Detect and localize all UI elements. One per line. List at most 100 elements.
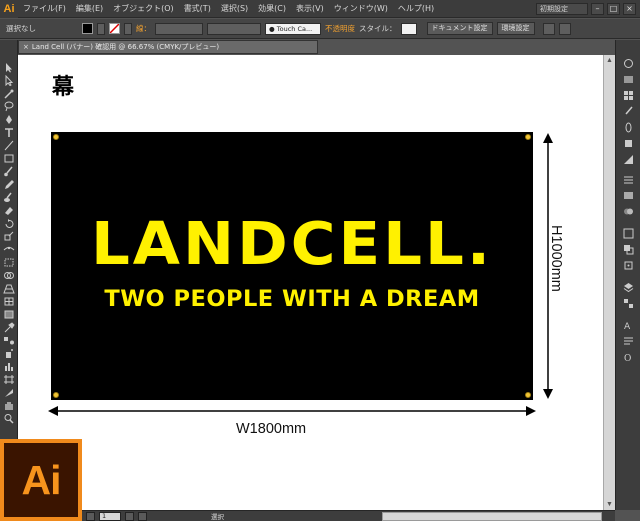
- arrange-icon[interactable]: [542, 22, 555, 35]
- magic-wand-tool-icon[interactable]: [3, 84, 15, 99]
- mesh-tool-icon[interactable]: [3, 292, 15, 306]
- color-panel-icon[interactable]: [623, 54, 634, 68]
- pathfinder-panel-icon[interactable]: [623, 240, 634, 255]
- scale-tool-icon[interactable]: [3, 227, 15, 241]
- panel-menu-icon[interactable]: [558, 22, 571, 35]
- illustrator-logo: Ai: [0, 439, 82, 521]
- width-dimension-label: W1800mm: [236, 421, 307, 437]
- height-dimension-label: H1000mm: [548, 225, 564, 292]
- artboard-number-field[interactable]: 1: [99, 511, 121, 521]
- stroke-panel-icon[interactable]: [623, 170, 634, 184]
- menu-effect[interactable]: 効果(C): [253, 3, 291, 14]
- menu-view[interactable]: 表示(V): [291, 3, 329, 14]
- svg-text:A: A: [624, 322, 631, 331]
- brush-dropdown[interactable]: ● Touch Ca...: [265, 22, 321, 35]
- perspective-grid-tool-icon[interactable]: [3, 279, 15, 294]
- menu-right-controls: 初期設定 – □ ×: [536, 2, 640, 15]
- brushes-panel-icon[interactable]: [623, 102, 634, 115]
- paintbrush-tool-icon[interactable]: [3, 162, 15, 177]
- blob-brush-tool-icon[interactable]: [3, 188, 15, 202]
- document-setup-button[interactable]: ドキュメント設定: [426, 22, 493, 35]
- dimension-arrows: [48, 133, 553, 416]
- stroke-swatch[interactable]: [109, 23, 120, 34]
- selection-tool-icon[interactable]: [3, 58, 15, 73]
- opacity-label[interactable]: 不透明度: [325, 23, 355, 34]
- stroke-dropdown[interactable]: [124, 22, 132, 35]
- style-dropdown[interactable]: [400, 22, 417, 35]
- menu-type[interactable]: 書式(T): [179, 3, 216, 14]
- status-bar: 1 選択: [82, 510, 615, 521]
- eyedropper-tool-icon[interactable]: [3, 318, 15, 333]
- hand-tool-icon[interactable]: [3, 396, 15, 410]
- scroll-down-icon[interactable]: ▼: [606, 501, 613, 508]
- eraser-tool-icon[interactable]: [3, 201, 15, 215]
- symbols-panel-icon[interactable]: [623, 118, 634, 133]
- line-tool-icon[interactable]: [3, 136, 15, 151]
- status-mode-text[interactable]: 選択: [211, 511, 224, 521]
- style-label: スタイル：: [359, 24, 397, 33]
- menu-help[interactable]: ヘルプ(H): [393, 3, 439, 14]
- fill-swatch[interactable]: [82, 23, 93, 34]
- document-tab-title: Land Cell (バナー) 確認用 @ 66.67% (CMYK/プレビュー…: [31, 43, 220, 51]
- transform-panel-icon[interactable]: [623, 256, 634, 270]
- stroke-weight-input[interactable]: [155, 22, 203, 35]
- scroll-up-icon[interactable]: ▲: [606, 57, 613, 64]
- maximize-button[interactable]: □: [607, 2, 620, 15]
- menu-select[interactable]: 選択(S): [216, 3, 253, 14]
- canvas-area[interactable]: 幕 LANDCELL. TWO PEOPLE WITH A DREAM W180…: [18, 55, 603, 510]
- color-guide-icon[interactable]: [623, 70, 634, 83]
- brush-dot-icon: ●: [269, 24, 277, 33]
- pencil-tool-icon[interactable]: [3, 175, 15, 189]
- width-tool-icon[interactable]: [3, 240, 15, 251]
- menu-bar: Ai ファイル(F) 編集(E) オブジェクト(O) 書式(T) 選択(S) 効…: [0, 0, 640, 18]
- gradient-tool-icon[interactable]: [3, 305, 15, 319]
- menu-edit[interactable]: 編集(E): [71, 3, 108, 14]
- free-transform-tool-icon[interactable]: [3, 253, 15, 267]
- appearance-panel-icon[interactable]: [623, 150, 634, 164]
- control-bar: 選択なし 線： ● Touch Ca... 不透明度 スタイル： ドキュメント設…: [0, 19, 640, 39]
- workspace-select[interactable]: 初期設定: [536, 2, 588, 15]
- gradient-panel-icon[interactable]: [623, 186, 634, 199]
- svg-text:O: O: [624, 354, 631, 363]
- opentype-panel-icon[interactable]: O: [623, 348, 634, 364]
- width-dimension-arrow: [48, 406, 536, 416]
- vertical-scrollbar[interactable]: ▲ ▼: [603, 55, 615, 510]
- character-panel-icon[interactable]: A: [623, 316, 634, 332]
- zoom-tool-icon[interactable]: [3, 409, 15, 424]
- artboard-tool-icon[interactable]: [3, 370, 15, 384]
- blend-tool-icon[interactable]: [3, 331, 15, 345]
- graphic-styles-icon[interactable]: [623, 134, 634, 147]
- last-artboard-button[interactable]: [138, 511, 147, 521]
- menu-file[interactable]: ファイル(F): [18, 3, 71, 14]
- fill-dropdown[interactable]: [97, 22, 105, 35]
- menu-object[interactable]: オブジェクト(O): [108, 3, 179, 14]
- variable-width-dropdown[interactable]: [207, 22, 261, 35]
- paragraph-panel-icon[interactable]: [623, 332, 634, 345]
- menu-window[interactable]: ウィンドウ(W): [329, 3, 393, 14]
- artboards-panel-icon[interactable]: [623, 294, 634, 308]
- stroke-label[interactable]: 線：: [136, 23, 151, 34]
- first-artboard-button[interactable]: [86, 511, 95, 521]
- close-tab-icon[interactable]: ×: [23, 41, 29, 53]
- right-panel-dock: A O: [615, 40, 640, 510]
- swatches-panel-icon[interactable]: [623, 86, 634, 100]
- next-artboard-button[interactable]: [125, 511, 134, 521]
- rectangle-tool-icon[interactable]: [3, 149, 15, 163]
- minimize-button[interactable]: –: [591, 2, 604, 15]
- pen-tool-icon[interactable]: [3, 110, 15, 124]
- lasso-tool-icon[interactable]: [3, 97, 15, 112]
- horizontal-scrollbar[interactable]: [382, 512, 602, 521]
- document-tab[interactable]: × Land Cell (バナー) 確認用 @ 66.67% (CMYK/プレビュ…: [18, 40, 318, 54]
- direct-selection-tool-icon[interactable]: [3, 71, 15, 87]
- align-panel-icon[interactable]: [623, 224, 634, 239]
- symbol-sprayer-tool-icon[interactable]: [3, 344, 15, 358]
- rotate-tool-icon[interactable]: [3, 214, 15, 228]
- column-graph-tool-icon[interactable]: [3, 357, 15, 371]
- transparency-panel-icon[interactable]: [623, 202, 634, 215]
- shape-builder-tool-icon[interactable]: [3, 266, 15, 279]
- layers-panel-icon[interactable]: [623, 278, 634, 293]
- slice-tool-icon[interactable]: [3, 383, 15, 397]
- preferences-button[interactable]: 環境設定: [496, 22, 535, 35]
- type-tool-icon[interactable]: [3, 123, 15, 137]
- close-window-button[interactable]: ×: [623, 2, 636, 15]
